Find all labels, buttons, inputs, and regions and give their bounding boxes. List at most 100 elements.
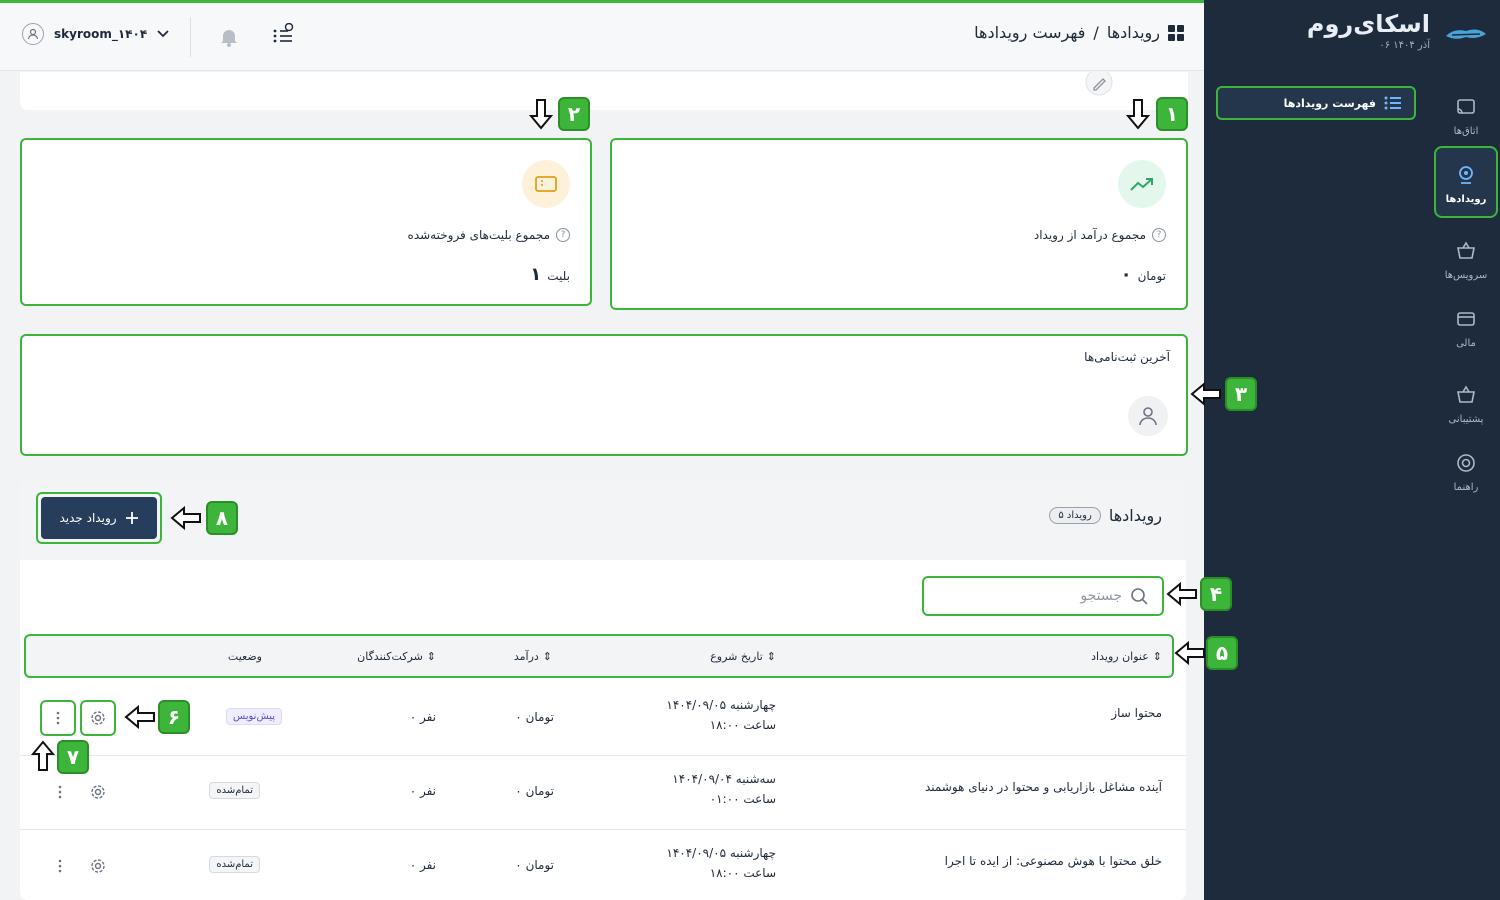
callout-2: ۲ [558, 97, 590, 131]
event-summary-card-partial [20, 72, 1188, 110]
search-icon [1131, 588, 1148, 605]
help-icon[interactable]: ? [556, 228, 570, 242]
revenue-amount: ۰ [1120, 264, 1132, 285]
table-row[interactable]: آینده مشاغل بازاریابی و محتوا در دنیای ه… [20, 756, 1186, 830]
help-icon[interactable]: ? [1152, 228, 1166, 242]
status-badge: تمام‌شده [209, 856, 260, 873]
new-event-button[interactable]: رویداد جدید [41, 497, 157, 539]
event-revenue: ۰ تومان [515, 784, 554, 798]
cast-icon [1457, 99, 1475, 114]
breadcrumb-root[interactable]: رویدادها [1107, 23, 1160, 42]
more-options-button[interactable] [42, 774, 78, 810]
revenue-label-text: مجموع درآمد از رویداد [1033, 228, 1146, 242]
username: skyroom_۱۴۰۴ [54, 27, 148, 41]
user-menu[interactable]: skyroom_۱۴۰۴ [22, 23, 169, 45]
column-header-revenue[interactable]: درآمد ⇕ [514, 650, 552, 663]
arrow-left-icon [1166, 582, 1197, 606]
brand[interactable]: اسکای‌روم ۰۶ آذر ۱۴۰۴ [1307, 10, 1430, 51]
avatar [22, 23, 44, 45]
event-date: چهارشنبه ۱۴۰۴/۰۹/۰۵ [666, 698, 776, 712]
callout-7: ۷ [57, 740, 89, 774]
event-title[interactable]: خلق محتوا با هوش مصنوعی: از ایده تا اجرا [945, 854, 1162, 868]
brand-logo-icon [1446, 29, 1486, 39]
card-icon [1457, 312, 1475, 326]
top-header: فهرست رویدادها / رویدادها skyroom_۱۴۰۴ [0, 3, 1204, 71]
arrow-left-icon [170, 506, 201, 530]
submenu-item-event-list[interactable]: فهرست رویدادها [1216, 86, 1416, 120]
gear-icon [91, 785, 105, 799]
event-title[interactable]: محتوا ساز [1111, 706, 1162, 720]
sidebar-item-events[interactable]: رویدادها [1434, 146, 1498, 218]
settings-button[interactable] [80, 700, 116, 736]
column-header-start[interactable]: تاریخ شروع ⇕ [710, 650, 776, 663]
registrations-title: آخرین ثبت‌نامی‌ها [1084, 350, 1170, 364]
more-options-button[interactable] [40, 700, 76, 736]
sidebar: اسکای‌روم ۰۶ آذر ۱۴۰۴ فهرست رویدادها اتا… [1204, 0, 1500, 900]
sort-icon: ⇕ [766, 650, 776, 663]
sidebar-item-rooms[interactable]: اتاق‌ها [1436, 96, 1496, 146]
column-label: تاریخ شروع [710, 650, 763, 663]
bell-icon[interactable] [220, 27, 238, 47]
tickets-label: مجموع بلیت‌های فروخته‌شده ? [408, 228, 570, 242]
events-section: ۵ رویداد رویدادها رویداد جدید جستجو عنوا… [20, 480, 1186, 900]
more-vertical-icon [58, 785, 62, 799]
latest-registrations-card: آخرین ثبت‌نامی‌ها [20, 334, 1188, 456]
edit-icon[interactable] [1084, 72, 1114, 100]
more-vertical-icon [58, 859, 62, 873]
callout-1: ۱ [1156, 97, 1188, 131]
events-title-text: رویدادها [1108, 506, 1162, 525]
table-row[interactable]: محتوا ساز چهارشنبه ۱۴۰۴/۰۹/۰۵ ساعت ۱۸:۰۰… [20, 682, 1186, 756]
arrow-left-icon [1190, 382, 1221, 406]
tickets-stat-card: مجموع بلیت‌های فروخته‌شده ? ۱ بلیت [20, 138, 592, 306]
column-header-title[interactable]: عنوان رویداد ⇕ [1091, 650, 1162, 663]
sidebar-item-label: راهنما [1453, 482, 1479, 493]
header-divider [190, 17, 191, 57]
event-title[interactable]: آینده مشاغل بازاریابی و محتوا در دنیای ه… [925, 780, 1162, 794]
sort-icon: ⇕ [542, 650, 552, 663]
more-options-button[interactable] [42, 848, 78, 884]
column-header-participants[interactable]: شرکت‌کنندگان ⇕ [357, 650, 436, 663]
sidebar-item-label: مالی [1456, 338, 1476, 349]
callout-8: ۸ [206, 501, 238, 535]
event-time: ساعت ۱۸:۰۰ [709, 718, 776, 732]
search-box[interactable]: جستجو [922, 576, 1164, 616]
event-time: ساعت ۰۱:۰۰ [709, 792, 776, 806]
revenue-unit: تومان [1137, 269, 1166, 283]
ticket-icon [522, 160, 570, 208]
new-event-label: رویداد جدید [59, 511, 117, 525]
table-row[interactable]: خلق محتوا با هوش مصنوعی: از ایده تا اجرا… [20, 830, 1186, 900]
lifebuoy-icon [1457, 454, 1475, 472]
grid-icon [1168, 24, 1184, 41]
arrow-down-icon [529, 99, 553, 130]
sidebar-item-help[interactable]: راهنما [1436, 452, 1496, 502]
column-header-status: وضعیت [228, 650, 262, 663]
sidebar-item-support[interactable]: پشتیبانی [1436, 384, 1496, 434]
brand-name: اسکای‌روم [1306, 10, 1430, 38]
arrow-left-icon [124, 705, 155, 729]
sidebar-item-label: رویدادها [1445, 194, 1487, 205]
sidebar-item-finance[interactable]: مالی [1436, 308, 1496, 358]
arrow-left-icon [1174, 641, 1205, 665]
trend-up-icon [1118, 160, 1166, 208]
sort-icon: ⇕ [426, 650, 436, 663]
revenue-label: مجموع درآمد از رویداد ? [1034, 228, 1166, 242]
callout-5: ۵ [1206, 636, 1238, 670]
revenue-stat-card: مجموع درآمد از رویداد ? ۰ تومان [610, 138, 1188, 310]
sidebar-item-services[interactable]: سرویس‌ها [1436, 240, 1496, 290]
new-event-button-frame: رویداد جدید [36, 492, 162, 544]
event-participants: ۰ نفر [409, 784, 436, 798]
event-date: چهارشنبه ۱۴۰۴/۰۹/۰۵ [666, 846, 776, 860]
brand-date: ۰۶ آذر ۱۴۰۴ [1379, 40, 1430, 51]
gear-icon [91, 711, 105, 725]
task-list-icon[interactable] [272, 23, 294, 45]
column-label: وضعیت [227, 650, 262, 663]
events-title: ۵ رویداد رویدادها [1049, 506, 1162, 525]
user-icon [1139, 407, 1157, 426]
revenue-value: ۰ تومان [1121, 264, 1166, 285]
event-revenue: ۰ تومان [515, 710, 554, 724]
settings-button[interactable] [80, 848, 116, 884]
settings-button[interactable] [80, 774, 116, 810]
search-placeholder: جستجو [1080, 588, 1122, 604]
sidebar-item-label: سرویس‌ها [1444, 270, 1488, 281]
more-vertical-icon [56, 711, 60, 725]
